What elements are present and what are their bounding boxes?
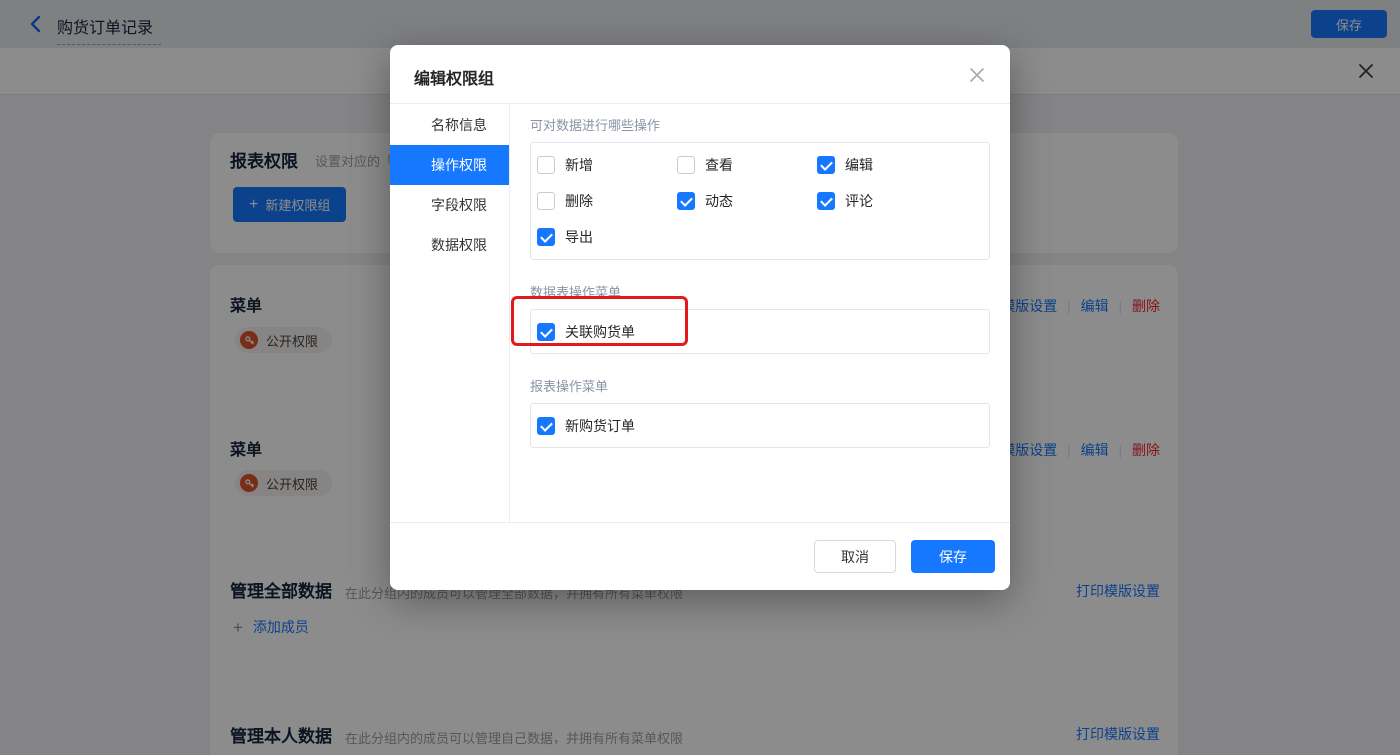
checkbox[interactable] xyxy=(677,156,695,174)
checkbox-item[interactable]: 新购货订单 xyxy=(537,415,635,437)
checkbox[interactable] xyxy=(537,228,555,246)
checkbox-item[interactable]: 新增 xyxy=(537,154,677,176)
checkbox-item[interactable]: 查看 xyxy=(677,154,817,176)
app-screen: 购货订单记录 保存 报表权限 设置对应的「 + 新建权限组 菜单 打印模版设置 … xyxy=(0,0,1400,755)
checkbox[interactable] xyxy=(817,156,835,174)
modal-footer: 取消 保存 xyxy=(390,522,1010,590)
checkbox-label: 导出 xyxy=(565,227,593,247)
checkbox[interactable] xyxy=(677,192,695,210)
edit-permission-group-modal: 编辑权限组 名称信息 操作权限 字段权限 数据权限 可对数据进行哪些操作 新增 xyxy=(390,45,1010,590)
tab-name-info[interactable]: 名称信息 xyxy=(390,105,509,145)
checkbox-item[interactable]: 导出 xyxy=(537,226,677,248)
checkbox-label: 删除 xyxy=(565,191,593,211)
checkbox-label: 关联购货单 xyxy=(565,322,635,342)
operations-label: 可对数据进行哪些操作 xyxy=(530,115,990,134)
report-menu-checkbox-group: 新购货订单 xyxy=(530,403,990,448)
tab-operation-perms[interactable]: 操作权限 xyxy=(390,145,509,185)
checkbox-item[interactable]: 关联购货单 xyxy=(537,321,635,343)
checkbox-label: 编辑 xyxy=(845,155,873,175)
checkbox-label: 评论 xyxy=(845,191,873,211)
tab-field-perms[interactable]: 字段权限 xyxy=(390,185,509,225)
table-menu-label: 数据表操作菜单 xyxy=(530,282,990,301)
report-menu-label: 报表操作菜单 xyxy=(530,376,990,395)
modal-header: 编辑权限组 xyxy=(390,45,1010,104)
modal-body: 名称信息 操作权限 字段权限 数据权限 可对数据进行哪些操作 新增 查看 xyxy=(390,105,1010,522)
checkbox[interactable] xyxy=(537,323,555,341)
checkbox-label: 查看 xyxy=(705,155,733,175)
checkbox[interactable] xyxy=(537,417,555,435)
save-button[interactable]: 保存 xyxy=(911,540,995,573)
checkbox[interactable] xyxy=(537,156,555,174)
checkbox[interactable] xyxy=(537,192,555,210)
operations-checkbox-group: 新增 查看 编辑 删除 xyxy=(530,142,990,260)
checkbox-label: 动态 xyxy=(705,191,733,211)
checkbox-item[interactable]: 删除 xyxy=(537,190,677,212)
checkbox-item[interactable]: 评论 xyxy=(817,190,989,212)
checkbox-item[interactable]: 动态 xyxy=(677,190,817,212)
table-menu-checkbox-group: 关联购货单 xyxy=(530,309,990,354)
cancel-button[interactable]: 取消 xyxy=(814,540,896,573)
checkbox-label: 新增 xyxy=(565,155,593,175)
checkbox[interactable] xyxy=(817,192,835,210)
modal-title: 编辑权限组 xyxy=(414,65,494,89)
modal-content: 可对数据进行哪些操作 新增 查看 编辑 xyxy=(510,105,1010,522)
tab-data-perms[interactable]: 数据权限 xyxy=(390,225,509,265)
checkbox-label: 新购货订单 xyxy=(565,416,635,436)
checkbox-item[interactable]: 编辑 xyxy=(817,154,989,176)
modal-tab-list: 名称信息 操作权限 字段权限 数据权限 xyxy=(390,105,510,522)
modal-close-icon[interactable] xyxy=(968,66,986,84)
